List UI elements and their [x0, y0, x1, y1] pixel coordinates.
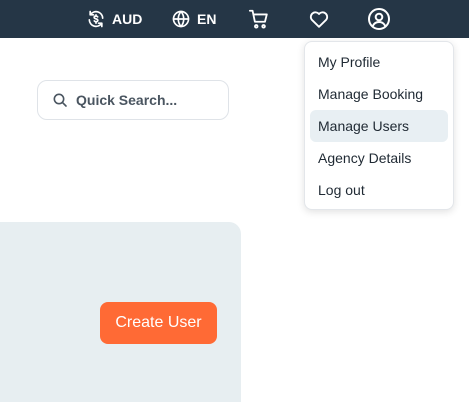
- cart-icon: [248, 9, 268, 29]
- create-user-button[interactable]: Create User: [100, 302, 217, 344]
- menu-item-agency-details[interactable]: Agency Details: [310, 142, 448, 174]
- currency-selector[interactable]: AUD: [86, 0, 142, 38]
- language-selector[interactable]: EN: [171, 0, 216, 38]
- currency-exchange-icon: [88, 10, 104, 28]
- top-navigation-bar: AUD EN: [0, 0, 469, 38]
- currency-label: AUD: [112, 11, 143, 27]
- cart-button[interactable]: [247, 0, 271, 38]
- globe-icon: [172, 10, 190, 28]
- account-dropdown-menu: My Profile Manage Booking Manage Users A…: [304, 41, 454, 210]
- language-label: EN: [197, 11, 217, 27]
- menu-item-manage-users[interactable]: Manage Users: [310, 110, 448, 142]
- heart-icon: [309, 11, 329, 28]
- quick-search-input[interactable]: [76, 92, 226, 108]
- menu-item-my-profile[interactable]: My Profile: [310, 46, 448, 78]
- account-menu-button[interactable]: [367, 0, 391, 38]
- menu-item-manage-booking[interactable]: Manage Booking: [310, 78, 448, 110]
- search-icon: [53, 93, 67, 107]
- menu-item-log-out[interactable]: Log out: [310, 174, 448, 206]
- quick-search-box[interactable]: [37, 80, 229, 120]
- user-circle-icon: [368, 8, 390, 30]
- wishlist-button[interactable]: [307, 0, 331, 38]
